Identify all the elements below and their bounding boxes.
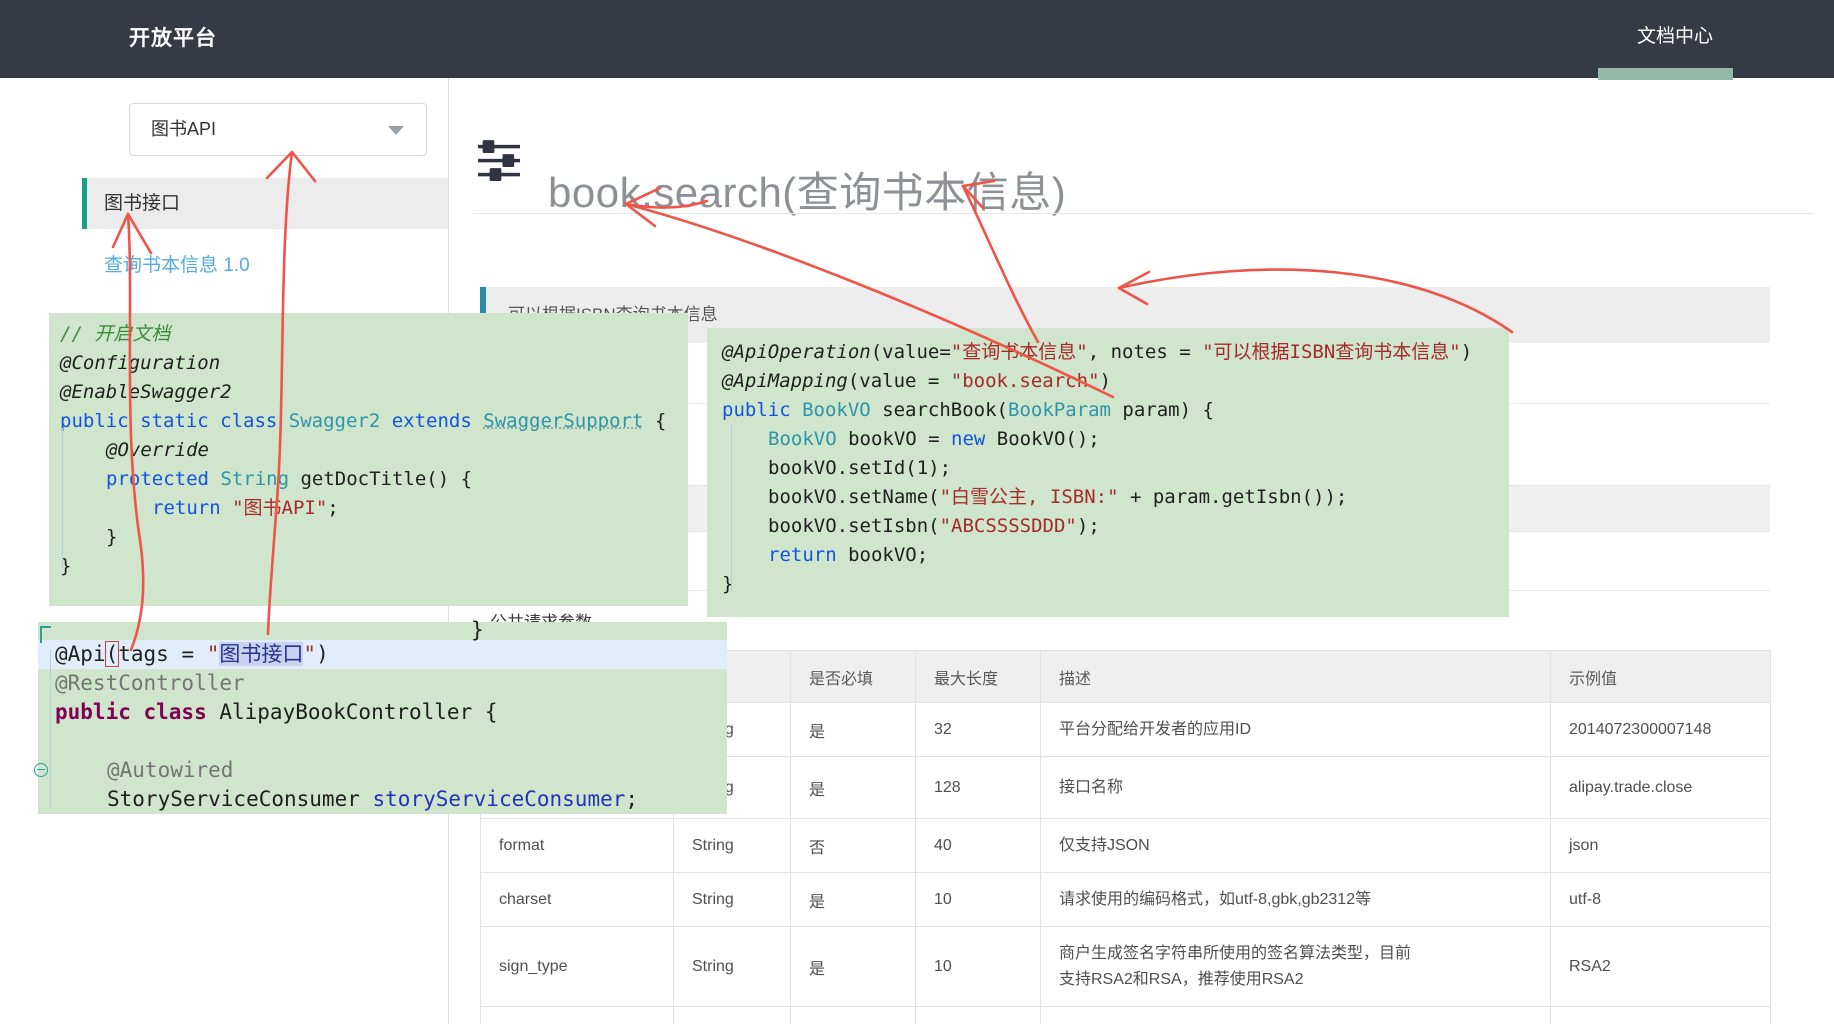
- table-cell: [674, 1007, 791, 1024]
- column-header: 是否必填: [791, 651, 916, 703]
- table-cell: 是: [791, 757, 916, 819]
- caret-down-icon: [388, 126, 404, 135]
- code-snippet-controller: }@Api(tags = "图书接口")@RestControllerpubli…: [38, 622, 727, 814]
- table-cell: charset: [481, 873, 674, 927]
- sliders-icon: [478, 139, 520, 181]
- app-brand: 开放平台: [129, 0, 217, 78]
- column-header: 最大长度: [916, 651, 1041, 703]
- table-row: [481, 1007, 1771, 1024]
- table-cell: 32: [916, 703, 1041, 757]
- table-cell: [791, 1007, 916, 1024]
- table-row: sign_typeString是10商户生成签名字符串所使用的签名算法类型，目前…: [481, 927, 1771, 1007]
- table-cell: 10: [916, 873, 1041, 927]
- table-cell: String: [674, 819, 791, 873]
- dropdown-selected-value: 图书API: [151, 104, 216, 155]
- nav-active-indicator: [1598, 68, 1733, 80]
- table-cell: 是: [791, 873, 916, 927]
- table-cell: json: [1551, 819, 1771, 873]
- table-cell: 40: [916, 819, 1041, 873]
- table-cell: 请求使用的编码格式，如utf-8,gbk,gb2312等: [1041, 873, 1551, 927]
- table-cell: [1551, 1007, 1771, 1024]
- table-row: formatString否40仅支持JSONjson: [481, 819, 1771, 873]
- table-cell: 平台分配给开发者的应用ID: [1041, 703, 1551, 757]
- title-divider: [473, 213, 1814, 214]
- sidebar-item-label: 图书接口: [104, 178, 180, 229]
- table-cell: [481, 1007, 674, 1024]
- table-cell: format: [481, 819, 674, 873]
- table-cell: 是: [791, 703, 916, 757]
- table-cell: 仅支持JSON: [1041, 819, 1551, 873]
- table-cell: String: [674, 873, 791, 927]
- code-snippet-api-operation: @ApiOperation(value="查询书本信息", notes = "可…: [707, 328, 1509, 617]
- table-cell: 是: [791, 927, 916, 1007]
- table-cell: [916, 1007, 1041, 1024]
- table-cell: String: [674, 927, 791, 1007]
- nav-item-doc-center[interactable]: 文档中心: [1600, 0, 1750, 78]
- table-cell: 商户生成签名字符串所使用的签名算法类型，目前 支持RSA2和RSA，推荐使用RS…: [1041, 927, 1551, 1007]
- column-header: 描述: [1041, 651, 1551, 703]
- table-cell: 2014072300007148: [1551, 703, 1771, 757]
- column-header: 示例值: [1551, 651, 1771, 703]
- sidebar-item-accent-bar: [82, 178, 87, 229]
- table-cell: utf-8: [1551, 873, 1771, 927]
- indent-guide: [50, 650, 51, 808]
- table-cell: 10: [916, 927, 1041, 1007]
- sidebar-item-book-interface[interactable]: 图书接口: [82, 178, 448, 229]
- code-snippet-swagger-config: // 开启文档@Configuration@EnableSwagger2publ…: [49, 313, 688, 606]
- table-cell: [1041, 1007, 1551, 1024]
- table-cell: 否: [791, 819, 916, 873]
- table-cell: alipay.trade.close: [1551, 757, 1771, 819]
- table-cell: 接口名称: [1041, 757, 1551, 819]
- page-title: book.search(查询书本信息): [548, 159, 1066, 220]
- navbar: 开放平台 文档中心: [0, 0, 1834, 78]
- api-select-dropdown[interactable]: 图书API: [129, 103, 427, 156]
- table-row: charsetString是10请求使用的编码格式，如utf-8,gbk,gb2…: [481, 873, 1771, 927]
- indent-guide: [62, 428, 63, 568]
- sidebar-link-search-book-version[interactable]: 查询书本信息 1.0: [104, 250, 250, 277]
- gutter-bracket-mark: [40, 626, 51, 643]
- table-cell: sign_type: [481, 927, 674, 1007]
- collapse-icon: [34, 763, 48, 777]
- table-cell: RSA2: [1551, 927, 1771, 1007]
- indent-guide: [731, 424, 732, 592]
- table-cell: 128: [916, 757, 1041, 819]
- page: 开放平台 文档中心 图书API 图书接口 查询书本信息 1.0 book.sea…: [0, 0, 1834, 1024]
